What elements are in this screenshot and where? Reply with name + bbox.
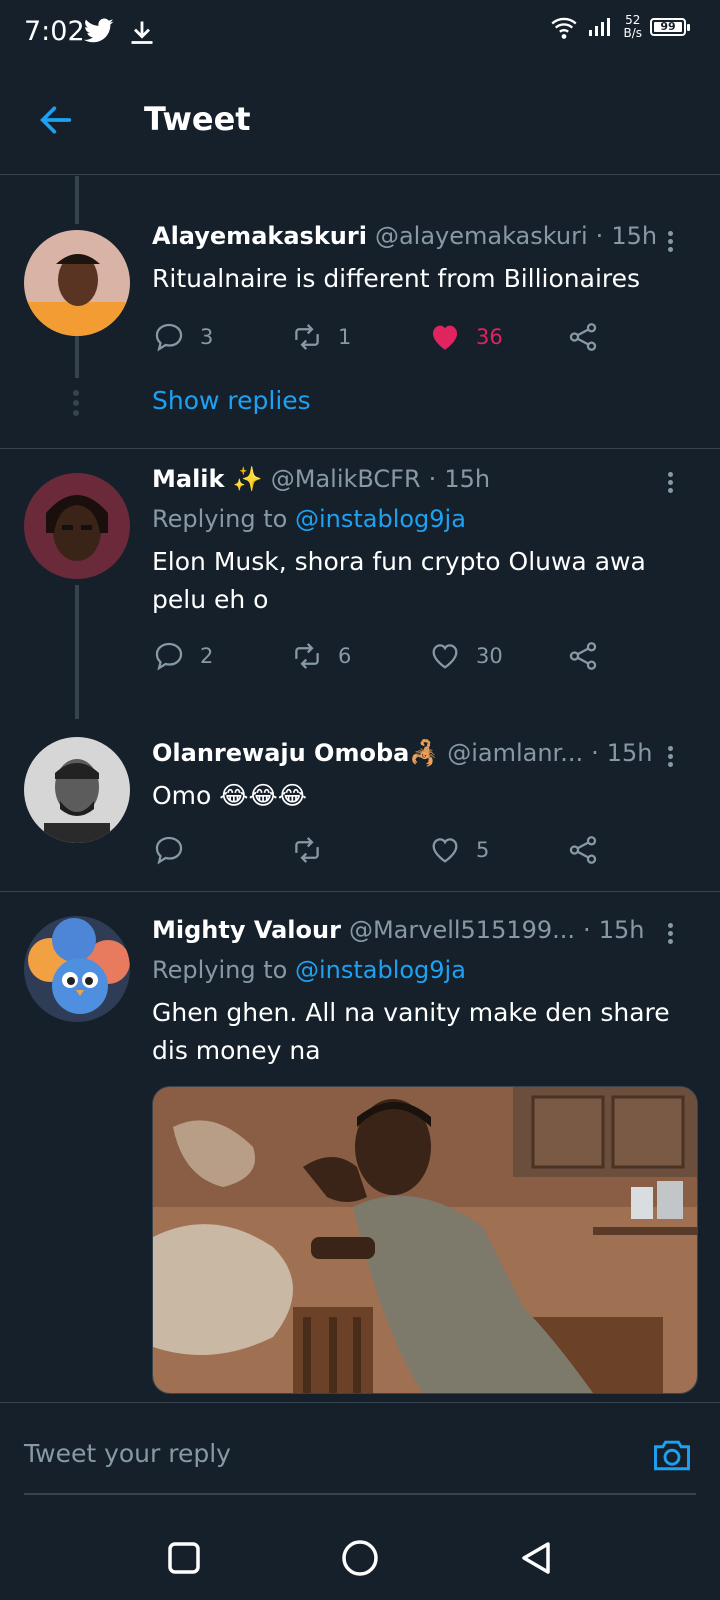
display-name[interactable]: Olanrewaju Omoba🦂 xyxy=(152,739,439,767)
page-title: Tweet xyxy=(144,100,251,138)
thread-dots xyxy=(73,386,79,420)
battery-icon: 99 xyxy=(650,18,690,36)
avatar[interactable] xyxy=(24,230,130,336)
wifi-icon xyxy=(551,17,578,39)
system-nav-bar xyxy=(0,1516,720,1600)
tweet-header: Mighty Valour @Marvell515199... · 15h xyxy=(152,916,645,944)
app-header: Tweet xyxy=(0,64,720,175)
more-options-icon[interactable] xyxy=(660,469,680,503)
recent-apps-icon[interactable] xyxy=(162,1536,206,1580)
network-speed: 52 B/s xyxy=(623,13,642,40)
user-handle[interactable]: @Marvell515199... xyxy=(349,916,575,944)
reply-icon xyxy=(155,642,183,671)
heart-icon xyxy=(432,644,458,669)
tweet-actions: 3 1 36 xyxy=(152,320,612,360)
reply-button[interactable]: 2 xyxy=(152,639,213,673)
status-bar: 7:02 52 B/s 99 xyxy=(0,0,720,64)
share-icon xyxy=(569,323,597,351)
camera-icon[interactable] xyxy=(650,1433,694,1477)
reply-button[interactable] xyxy=(152,833,200,867)
share-button[interactable] xyxy=(566,639,600,673)
tweet-text: Elon Musk, shora fun crypto Oluwa awa pe… xyxy=(152,547,646,614)
tweet-card[interactable]: Alayemakaskuri @alayemakaskuri · 15h Rit… xyxy=(0,176,720,448)
like-count: 36 xyxy=(476,325,503,349)
replying-to: Replying to @instablog9ja xyxy=(152,956,466,984)
thread-line xyxy=(75,585,79,719)
retweet-button[interactable]: 1 xyxy=(290,320,351,354)
tweet-text: Omo 😂😂😂 xyxy=(152,781,307,810)
display-name[interactable]: Malik ✨ xyxy=(152,465,263,493)
reply-icon xyxy=(155,836,183,865)
retweet-icon xyxy=(295,837,319,863)
home-icon[interactable] xyxy=(338,1536,382,1580)
share-button[interactable] xyxy=(566,833,600,867)
retweet-count: 1 xyxy=(338,325,352,349)
like-count: 30 xyxy=(476,644,503,668)
heart-icon xyxy=(432,838,458,863)
display-name[interactable]: Alayemakaskuri xyxy=(152,222,367,250)
retweet-count: 6 xyxy=(338,644,352,668)
reply-count: 3 xyxy=(200,325,214,349)
thread-line xyxy=(75,336,79,378)
replying-to: Replying to @instablog9ja xyxy=(152,505,466,533)
tweet-card[interactable]: Olanrewaju Omoba🦂 @iamlanr... · 15h Omo … xyxy=(0,719,720,891)
like-button[interactable]: 36 xyxy=(428,320,503,354)
tweet-time: 15h xyxy=(444,465,491,493)
status-time: 7:02 xyxy=(24,16,85,47)
tweet-text: Ghen ghen. All na vanity make den share … xyxy=(152,998,670,1065)
avatar[interactable] xyxy=(24,737,130,843)
tweet-header: Alayemakaskuri @alayemakaskuri · 15h xyxy=(152,222,658,250)
like-count: 5 xyxy=(476,838,490,862)
back-arrow-icon[interactable] xyxy=(36,100,76,140)
reply-composer: Tweet your reply xyxy=(0,1402,720,1517)
reply-count: 2 xyxy=(200,644,214,668)
tweet-actions: 2 6 30 xyxy=(152,639,612,679)
back-icon[interactable] xyxy=(514,1536,558,1580)
retweet-icon xyxy=(295,324,319,350)
retweet-button[interactable] xyxy=(290,833,338,867)
twitter-icon xyxy=(84,18,114,43)
tweet-actions: 5 xyxy=(152,833,612,873)
tweet-media-image[interactable] xyxy=(152,1086,698,1394)
tweet-header: Olanrewaju Omoba🦂 @iamlanr... · 15h xyxy=(152,739,653,767)
heart-filled-icon xyxy=(432,325,458,350)
reply-input[interactable]: Tweet your reply xyxy=(24,1439,231,1468)
user-handle[interactable]: @iamlanr... xyxy=(447,739,583,767)
signal-icon xyxy=(589,18,611,36)
tweet-time: 15h xyxy=(598,916,645,944)
divider xyxy=(24,1493,696,1495)
like-button[interactable]: 5 xyxy=(428,833,489,867)
tweet-time: 15h xyxy=(606,739,653,767)
share-button[interactable] xyxy=(566,320,600,354)
tweet-time: 15h xyxy=(611,222,658,250)
share-icon xyxy=(569,836,597,864)
show-replies-link[interactable]: Show replies xyxy=(152,386,311,415)
tweet-text: Ritualnaire is different from Billionair… xyxy=(152,264,641,293)
retweet-icon xyxy=(295,643,319,669)
more-options-icon[interactable] xyxy=(660,743,680,777)
user-handle[interactable]: @MalikBCFR xyxy=(271,465,421,493)
avatar[interactable] xyxy=(24,916,130,1022)
share-icon xyxy=(569,642,597,670)
mention-link[interactable]: @instablog9ja xyxy=(295,956,466,984)
user-handle[interactable]: @alayemakaskuri xyxy=(375,222,588,250)
more-options-icon[interactable] xyxy=(660,920,680,954)
retweet-button[interactable]: 6 xyxy=(290,639,351,673)
download-icon xyxy=(131,21,153,44)
more-options-icon[interactable] xyxy=(660,228,680,262)
tweet-card[interactable]: Malik ✨ @MalikBCFR · 15h Replying to @in… xyxy=(0,449,720,719)
reply-button[interactable]: 3 xyxy=(152,320,213,354)
display-name[interactable]: Mighty Valour xyxy=(152,916,341,944)
avatar[interactable] xyxy=(24,473,130,579)
mention-link[interactable]: @instablog9ja xyxy=(295,505,466,533)
reply-icon xyxy=(155,323,183,352)
tweet-header: Malik ✨ @MalikBCFR · 15h xyxy=(152,465,491,493)
like-button[interactable]: 30 xyxy=(428,639,503,673)
